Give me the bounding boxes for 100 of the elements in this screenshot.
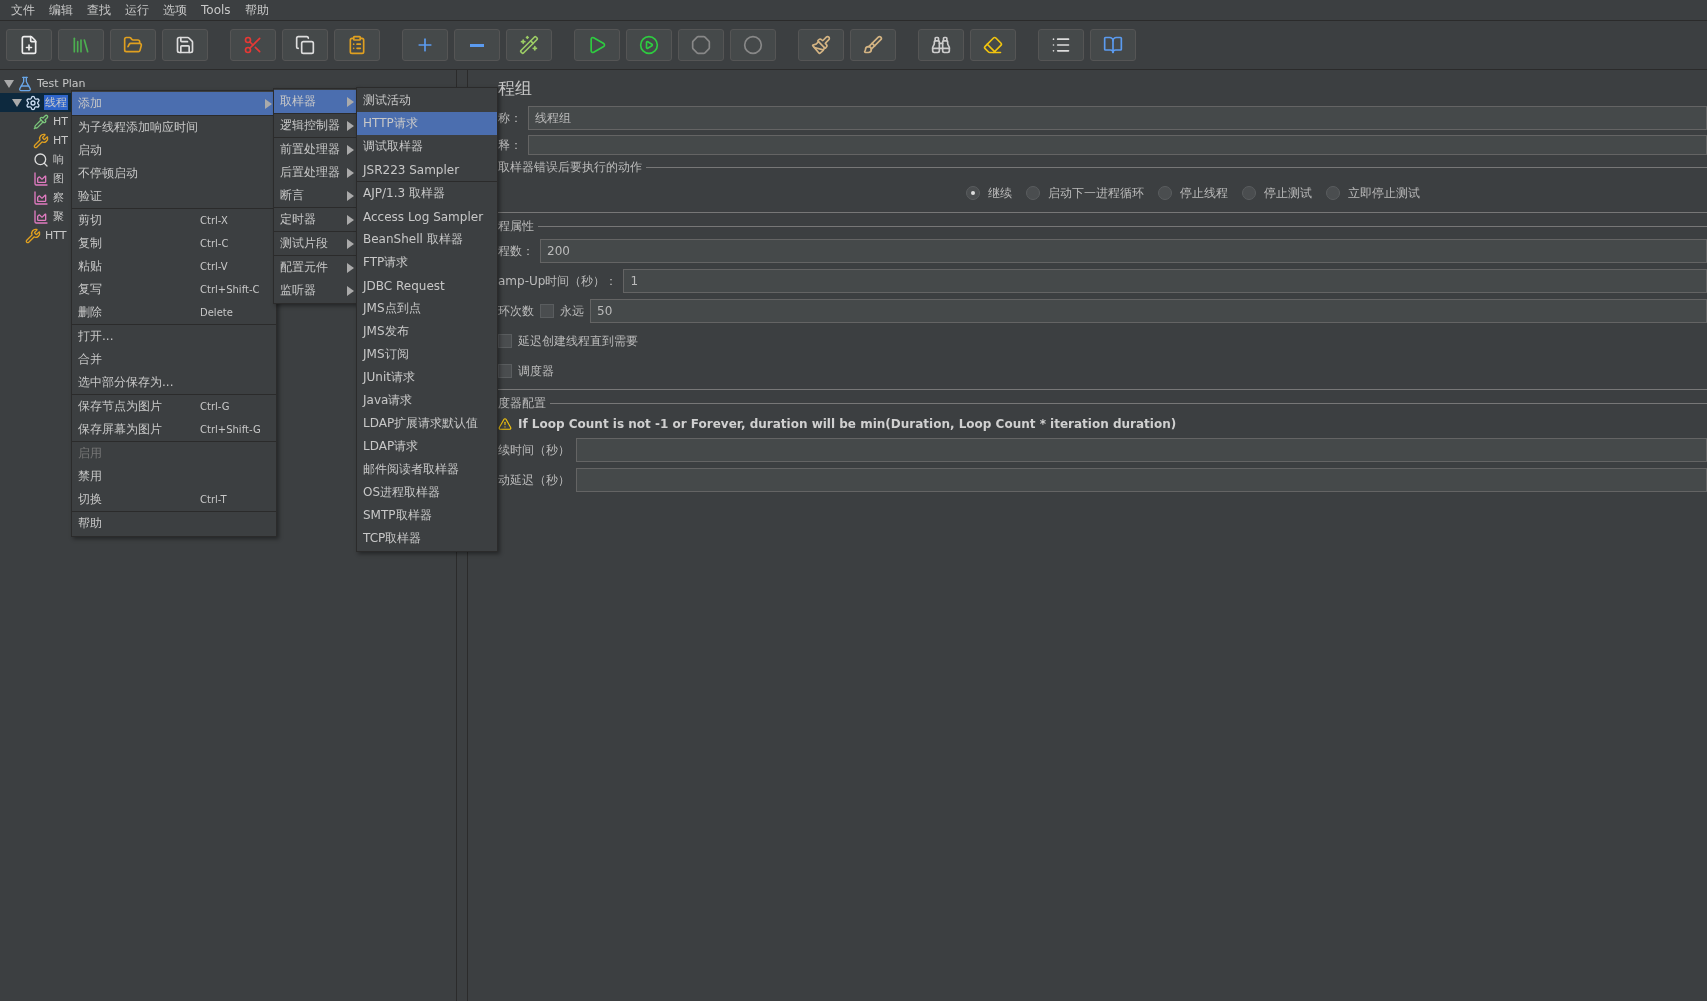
menu-item-label: 邮件阅读者取样器: [363, 461, 460, 478]
radio-button[interactable]: [1326, 186, 1340, 200]
toolbar-button[interactable]: [918, 29, 964, 61]
toolbar-button[interactable]: [454, 29, 500, 61]
radio-label: 停止测试: [1264, 184, 1312, 202]
toolbar-button[interactable]: [1038, 29, 1084, 61]
checkbox[interactable]: [498, 364, 512, 378]
tree-item[interactable]: 线程: [44, 95, 68, 110]
toolbar-button[interactable]: [506, 29, 552, 61]
menu-item[interactable]: OS进程取样器: [357, 481, 497, 504]
tree-item[interactable]: 响: [52, 152, 65, 167]
menu-title[interactable]: 选项: [156, 1, 194, 19]
expand-icon[interactable]: [4, 78, 14, 89]
thread-count-field[interactable]: 200: [540, 239, 1707, 263]
menu-item-label: 选中部分保存为...: [78, 374, 175, 391]
menu-item[interactable]: 帮助: [72, 512, 276, 535]
tree-item[interactable]: 聚: [52, 209, 65, 224]
menu-item[interactable]: Access Log Sampler: [357, 205, 497, 228]
menu-item[interactable]: JMS订阅: [357, 343, 497, 366]
menu-item[interactable]: 调试取样器: [357, 135, 497, 158]
tree-item[interactable]: HT: [52, 115, 69, 128]
menu-item[interactable]: LDAP扩展请求默认值: [357, 412, 497, 435]
menu-item[interactable]: 粘贴 Ctrl-V: [72, 255, 276, 278]
menu-item[interactable]: 为子线程添加响应时间: [72, 116, 276, 139]
checkbox[interactable]: [540, 304, 554, 318]
radio-button[interactable]: [1158, 186, 1172, 200]
menu-item[interactable]: 选中部分保存为...: [72, 371, 276, 394]
menu-item[interactable]: 删除 Delete: [72, 301, 276, 324]
menu-item[interactable]: JUnit请求: [357, 366, 497, 389]
menu-item[interactable]: BeanShell 取样器: [357, 228, 497, 251]
comment-field[interactable]: [528, 135, 1707, 155]
tree-item[interactable]: Test Plan: [36, 77, 87, 90]
menu-title[interactable]: Tools: [194, 3, 238, 17]
menu-title[interactable]: 文件: [4, 1, 42, 19]
menu-title[interactable]: 编辑: [42, 1, 80, 19]
menu-item[interactable]: 监听器: [274, 279, 358, 302]
menu-item[interactable]: AJP/1.3 取样器: [357, 182, 497, 205]
menu-item[interactable]: 剪切 Ctrl-X: [72, 209, 276, 232]
toolbar-button[interactable]: [110, 29, 156, 61]
menu-item[interactable]: 不停顿启动: [72, 162, 276, 185]
tree-item[interactable]: 图: [52, 171, 65, 186]
menu-item[interactable]: JSR223 Sampler: [357, 158, 497, 181]
loop-count-field[interactable]: 50: [590, 299, 1707, 323]
expand-icon[interactable]: [12, 97, 22, 108]
menu-item[interactable]: 配置元件: [274, 256, 358, 279]
menu-item[interactable]: FTP请求: [357, 251, 497, 274]
menu-item[interactable]: 测试片段: [274, 232, 358, 255]
menu-item[interactable]: 后置处理器: [274, 161, 358, 184]
toolbar-button[interactable]: [58, 29, 104, 61]
menu-title[interactable]: 查找: [80, 1, 118, 19]
menu-title[interactable]: 帮助: [237, 1, 276, 19]
tree-item[interactable]: 察: [52, 190, 65, 205]
menu-item[interactable]: TCP取样器: [357, 527, 497, 550]
toolbar-button[interactable]: [574, 29, 620, 61]
submenu-arrow-icon: [347, 167, 354, 178]
menu-item[interactable]: 验证: [72, 185, 276, 208]
toolbar-button[interactable]: [1090, 29, 1136, 61]
menu-item[interactable]: JMS发布: [357, 320, 497, 343]
toolbar-button[interactable]: [970, 29, 1016, 61]
menu-item[interactable]: 启动: [72, 139, 276, 162]
menu-item[interactable]: LDAP请求: [357, 435, 497, 458]
menu-item[interactable]: JMS点到点: [357, 297, 497, 320]
menu-item[interactable]: 断言: [274, 184, 358, 207]
tree-item[interactable]: HTT: [44, 229, 68, 242]
radio-button[interactable]: [1242, 186, 1256, 200]
circle-icon: [743, 35, 763, 55]
duration-field[interactable]: [576, 438, 1707, 462]
toolbar-button[interactable]: [626, 29, 672, 61]
radio-button[interactable]: [1026, 186, 1040, 200]
name-field[interactable]: 线程组: [528, 106, 1707, 130]
submenu-arrow-icon: [347, 144, 354, 155]
menu-item[interactable]: 定时器: [274, 208, 358, 231]
toolbar-button[interactable]: [282, 29, 328, 61]
menu-item[interactable]: 测试活动: [357, 89, 497, 112]
tree-item[interactable]: HT: [52, 134, 69, 147]
duration-field[interactable]: [576, 468, 1707, 492]
menu-item[interactable]: 打开...: [72, 325, 276, 348]
toolbar-button[interactable]: [850, 29, 896, 61]
menu-item[interactable]: Java请求: [357, 389, 497, 412]
menu-item[interactable]: 合并: [72, 348, 276, 371]
ramp-up-field[interactable]: 1: [623, 269, 1707, 293]
toolbar-button[interactable]: [6, 29, 52, 61]
menu-item[interactable]: 切换 Ctrl-T: [72, 488, 276, 511]
menu-title[interactable]: 运行: [118, 1, 156, 19]
toolbar-button[interactable]: [334, 29, 380, 61]
menu-item[interactable]: SMTP取样器: [357, 504, 497, 527]
menu-item[interactable]: JDBC Request: [357, 274, 497, 297]
menu-item[interactable]: 前置处理器: [274, 138, 358, 161]
checkbox[interactable]: [498, 334, 512, 348]
toolbar-button[interactable]: [798, 29, 844, 61]
radio-button[interactable]: [966, 186, 980, 200]
menu-item[interactable]: 邮件阅读者取样器: [357, 458, 497, 481]
menu-item[interactable]: 复制 Ctrl-C: [72, 232, 276, 255]
menu-item[interactable]: 禁用: [72, 465, 276, 488]
toolbar-button[interactable]: [162, 29, 208, 61]
menu-item[interactable]: 保存节点为图片 Ctrl-G: [72, 395, 276, 418]
menu-item[interactable]: 复写 Ctrl+Shift-C: [72, 278, 276, 301]
menu-item-label: JDBC Request: [363, 278, 446, 293]
menu-item[interactable]: 逻辑控制器: [274, 114, 358, 137]
menu-item[interactable]: 保存屏幕为图片 Ctrl+Shift-G: [72, 418, 276, 441]
